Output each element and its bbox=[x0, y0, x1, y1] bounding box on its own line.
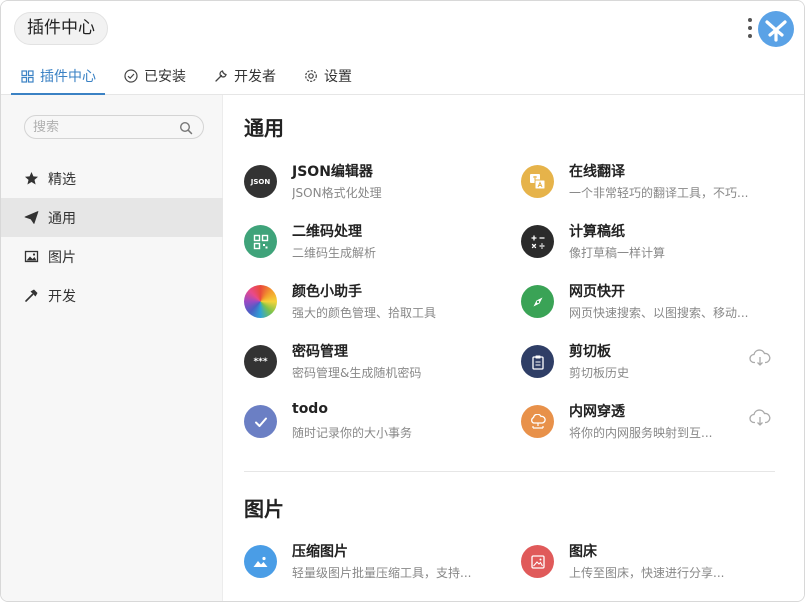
tab-settings[interactable]: 设置 bbox=[295, 59, 361, 93]
sidebar-item-label: 通用 bbox=[48, 208, 76, 228]
plugin-name: 在线翻译 bbox=[569, 161, 625, 181]
calculator-icon bbox=[521, 225, 554, 258]
section-title: 图片 bbox=[244, 493, 284, 522]
gear-icon bbox=[304, 69, 318, 83]
hammer-icon bbox=[23, 288, 39, 304]
compass-icon bbox=[521, 285, 554, 318]
plugin-desc: 二维码生成解析 bbox=[292, 244, 476, 261]
section-divider bbox=[244, 471, 775, 472]
plugin-desc: 上传至图床，快速进行分享... bbox=[569, 564, 753, 581]
tab-bar: 插件中心 已安装 开发者 设置 bbox=[1, 59, 361, 95]
photo-icon bbox=[244, 545, 277, 578]
plugin-card-compress-image[interactable]: 压缩图片 轻量级图片批量压缩工具，支持... bbox=[244, 539, 514, 587]
more-menu-icon[interactable] bbox=[745, 18, 755, 42]
plugin-card-todo[interactable]: todo 随时记录你的大小事务 bbox=[244, 399, 514, 447]
plugin-desc: 剪切板历史 bbox=[569, 364, 753, 381]
plugin-name: 二维码处理 bbox=[292, 221, 362, 241]
app-logo-icon[interactable] bbox=[758, 11, 794, 47]
password-icon: *** bbox=[244, 345, 277, 378]
plugin-name: 密码管理 bbox=[292, 341, 348, 361]
tab-label: 已安装 bbox=[144, 66, 186, 86]
plugin-card-color-helper[interactable]: 颜色小助手 强大的颜色管理、拾取工具 bbox=[244, 279, 514, 327]
image-icon bbox=[23, 249, 39, 265]
tab-label: 开发者 bbox=[234, 66, 276, 86]
app-title[interactable]: 插件中心 bbox=[14, 12, 108, 45]
grid-icon bbox=[20, 69, 34, 83]
color-wheel-icon bbox=[244, 285, 277, 318]
sidebar-item-label: 开发 bbox=[48, 286, 76, 306]
plugin-desc: 密码管理&生成随机密码 bbox=[292, 364, 476, 381]
cloud-network-icon bbox=[521, 405, 554, 438]
plugin-desc: 强大的颜色管理、拾取工具 bbox=[292, 304, 476, 321]
app-window: 插件中心 插件中心 已安装 bbox=[0, 0, 805, 602]
sidebar-item-images[interactable]: 图片 bbox=[1, 237, 223, 276]
plugin-desc: 将你的内网服务映射到互... bbox=[569, 424, 753, 441]
sidebar-item-label: 精选 bbox=[48, 169, 76, 189]
plugin-name: JSON编辑器 bbox=[292, 161, 373, 181]
plugin-name: todo bbox=[292, 401, 328, 417]
plugin-card-qrcode[interactable]: 二维码处理 二维码生成解析 bbox=[244, 219, 514, 267]
plugin-card-password-manager[interactable]: *** 密码管理 密码管理&生成随机密码 bbox=[244, 339, 514, 387]
header: 插件中心 插件中心 已安装 bbox=[1, 1, 805, 95]
plugin-desc: 网页快速搜索、以图搜索、移动... bbox=[569, 304, 753, 321]
plugin-card-translate[interactable]: 在线翻译 一个非常轻巧的翻译工具，不巧... bbox=[521, 159, 791, 207]
translate-icon bbox=[521, 165, 554, 198]
qrcode-icon bbox=[244, 225, 277, 258]
sidebar-item-develop[interactable]: 开发 bbox=[1, 276, 223, 315]
main-content: 通用 JSON JSON编辑器 JSON格式化处理 在线翻译 一个非常轻巧的翻译… bbox=[224, 95, 805, 602]
check-circle-icon bbox=[124, 69, 138, 83]
tab-label: 设置 bbox=[324, 66, 352, 86]
plugin-desc: JSON格式化处理 bbox=[292, 184, 476, 201]
sidebar-item-label: 图片 bbox=[48, 247, 76, 267]
tab-installed[interactable]: 已安装 bbox=[115, 59, 195, 93]
plugin-name: 内网穿透 bbox=[569, 401, 625, 421]
plugin-desc: 像打草稿一样计算 bbox=[569, 244, 753, 261]
plugin-card-web-quick-open[interactable]: 网页快开 网页快速搜索、以图搜索、移动... bbox=[521, 279, 791, 327]
plugin-name: 颜色小助手 bbox=[292, 281, 362, 301]
search-icon[interactable] bbox=[179, 120, 193, 134]
search-input[interactable] bbox=[33, 117, 173, 139]
sidebar: 精选 通用 图片 开发 bbox=[1, 95, 223, 602]
clipboard-icon bbox=[521, 345, 554, 378]
plugin-name: 压缩图片 bbox=[292, 541, 348, 561]
image-upload-icon bbox=[521, 545, 554, 578]
plugin-card-calculator[interactable]: 计算稿纸 像打草稿一样计算 bbox=[521, 219, 791, 267]
cloud-download-icon[interactable] bbox=[749, 409, 771, 427]
wrench-icon bbox=[214, 69, 228, 83]
plugin-desc: 随时记录你的大小事务 bbox=[292, 424, 476, 441]
plugin-card-image-host[interactable]: 图床 上传至图床，快速进行分享... bbox=[521, 539, 791, 587]
tab-plugin-center[interactable]: 插件中心 bbox=[11, 59, 105, 93]
plugin-name: 网页快开 bbox=[569, 281, 625, 301]
cloud-download-icon[interactable] bbox=[749, 349, 771, 367]
tab-label: 插件中心 bbox=[40, 66, 96, 86]
paper-plane-icon bbox=[23, 210, 39, 226]
sidebar-search bbox=[24, 115, 204, 139]
json-icon: JSON bbox=[244, 165, 277, 198]
plugin-name: 计算稿纸 bbox=[569, 221, 625, 241]
plugin-desc: 一个非常轻巧的翻译工具，不巧... bbox=[569, 184, 753, 201]
section-title: 通用 bbox=[244, 112, 284, 141]
tab-developer[interactable]: 开发者 bbox=[205, 59, 285, 93]
checkmark-icon bbox=[244, 405, 277, 438]
plugin-card-json-editor[interactable]: JSON JSON编辑器 JSON格式化处理 bbox=[244, 159, 514, 207]
plugin-desc: 轻量级图片批量压缩工具，支持... bbox=[292, 564, 476, 581]
sidebar-item-featured[interactable]: 精选 bbox=[1, 159, 223, 198]
plugin-name: 图床 bbox=[569, 541, 597, 561]
star-icon bbox=[23, 171, 39, 187]
sidebar-item-general[interactable]: 通用 bbox=[1, 198, 223, 237]
plugin-name: 剪切板 bbox=[569, 341, 611, 361]
